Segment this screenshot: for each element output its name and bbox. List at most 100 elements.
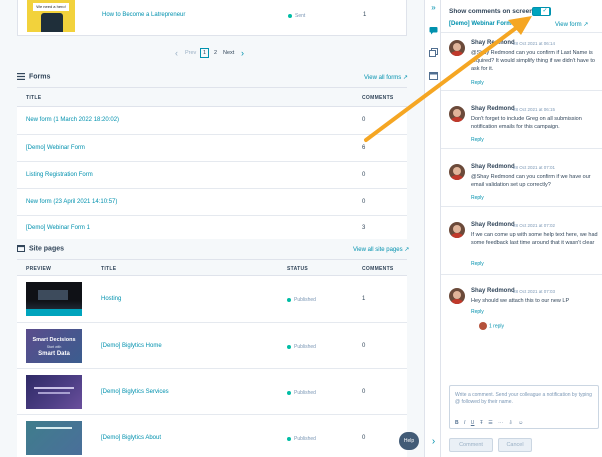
avatar[interactable]: [449, 222, 465, 238]
reply-button[interactable]: Reply: [471, 80, 484, 86]
avatar[interactable]: [449, 288, 465, 304]
comment-date: 28 Oct 2021 at 07:03: [513, 289, 556, 294]
comment-author[interactable]: Shay Redmond: [471, 164, 515, 170]
comment-date: 28 Oct 2021 at 07:01: [513, 165, 556, 170]
emoji-icon[interactable]: ☺: [518, 420, 523, 426]
avatar[interactable]: [449, 106, 465, 122]
page-title-link[interactable]: [Demo] Biglytics About: [101, 435, 161, 441]
more-icon[interactable]: ⋯: [498, 420, 503, 426]
table-row[interactable]: [Demo] Biglytics Services Published 0: [17, 368, 407, 414]
page-thumbnail[interactable]: Smart Decisions Start with Smart Data: [26, 329, 82, 363]
page-title-link[interactable]: [Demo] Biglytics Home: [101, 343, 162, 349]
divider: [441, 206, 602, 207]
forms-section-title: Forms: [17, 73, 50, 80]
comment-author[interactable]: Shay Redmond: [471, 288, 515, 294]
email-title-link[interactable]: How to Become a Latrepreneur: [102, 12, 185, 18]
reply-button[interactable]: Reply: [471, 137, 484, 143]
reply-button[interactable]: Reply: [471, 261, 484, 267]
page-comment-count: 1: [362, 296, 366, 302]
thumbnail-graphic: [38, 290, 68, 300]
view-form-text: View form: [555, 22, 582, 28]
page-status: Published: [287, 390, 316, 396]
email-status-text: Sent: [295, 13, 306, 19]
table-row[interactable]: New form (23 April 2021 14:10:57) 0: [17, 188, 407, 215]
comment-item: Shay Redmond 28 Oct 2021 at 07:01 @Shay …: [449, 164, 599, 204]
form-title-link[interactable]: Listing Registration Form: [26, 172, 93, 178]
composer-placeholder[interactable]: Write a comment. Send your colleague a n…: [455, 392, 593, 406]
page-title-link[interactable]: Hosting: [101, 296, 121, 302]
table-row[interactable]: Smart Decisions Start with Smart Data [D…: [17, 322, 407, 368]
page-thumbnail[interactable]: [26, 375, 82, 409]
table-row[interactable]: [Demo] Biglytics About Published 0: [17, 414, 407, 457]
prev-page-button[interactable]: Prev: [185, 50, 196, 56]
strikethrough-icon[interactable]: Ŧ: [480, 420, 483, 426]
form-title-link[interactable]: New form (1 March 2022 18:20:02): [26, 117, 119, 123]
col-status-header[interactable]: STATUS: [287, 266, 308, 272]
page-1-button[interactable]: 1: [200, 48, 209, 58]
replies-toggle[interactable]: 1 reply: [479, 322, 504, 330]
comment-button[interactable]: Comment: [449, 438, 493, 452]
comment-filter-dropdown[interactable]: [Demo] Webinar Form ▼: [449, 21, 517, 27]
comment-author[interactable]: Shay Redmond: [471, 40, 515, 46]
table-row[interactable]: [Demo] Webinar Form 1 3: [17, 215, 407, 239]
chevron-left-icon[interactable]: ‹: [175, 48, 178, 58]
site-pages-heading-text: Site pages: [29, 245, 65, 253]
reply-button[interactable]: Reply: [471, 309, 484, 315]
avatar[interactable]: [449, 164, 465, 180]
col-comments-header[interactable]: COMMENTS: [362, 266, 394, 272]
underline-icon[interactable]: U: [471, 420, 475, 426]
page-thumbnail[interactable]: [26, 282, 82, 316]
next-page-button[interactable]: Next: [223, 50, 234, 56]
help-button[interactable]: Help: [399, 432, 419, 450]
show-comments-toggle[interactable]: ✓: [532, 7, 551, 16]
form-title-link[interactable]: New form (23 April 2021 14:10:57): [26, 199, 117, 205]
view-form-link[interactable]: View form ↗: [555, 21, 588, 28]
col-preview-header[interactable]: PREVIEW: [26, 266, 51, 272]
comment-composer[interactable]: Write a comment. Send your colleague a n…: [449, 385, 599, 429]
calendar-icon[interactable]: [429, 71, 438, 80]
table-row[interactable]: New form (1 March 2022 18:20:02) 0: [17, 107, 407, 134]
chevron-right-icon[interactable]: ›: [241, 48, 244, 58]
comment-author[interactable]: Shay Redmond: [471, 222, 515, 228]
bold-icon[interactable]: B: [455, 420, 459, 426]
comment-icon[interactable]: [429, 26, 438, 35]
attachment-icon[interactable]: ⇩: [509, 420, 513, 426]
cancel-button[interactable]: Cancel: [498, 438, 532, 452]
form-title-link[interactable]: [Demo] Webinar Form 1: [26, 225, 90, 231]
col-title-header[interactable]: TITLE: [26, 95, 41, 101]
thumbnail-line: [38, 392, 70, 394]
divider: [441, 148, 602, 149]
view-all-site-pages-link[interactable]: View all site pages ↗: [353, 246, 409, 253]
avatar[interactable]: [449, 40, 465, 56]
page-thumbnail[interactable]: [26, 421, 82, 455]
page-title-link[interactable]: [Demo] Biglytics Services: [101, 389, 169, 395]
double-chevron-right-icon[interactable]: »: [429, 3, 438, 12]
comment-text: @Shay Redmond can you confirm if we have…: [471, 174, 591, 188]
reply-button[interactable]: Reply: [471, 195, 484, 201]
status-dot-icon: [287, 436, 291, 441]
email-thumbnail[interactable]: We need a hero!: [27, 0, 75, 32]
col-title-header[interactable]: TITLE: [101, 266, 116, 272]
comment-author[interactable]: Shay Redmond: [471, 106, 515, 112]
status-dot-icon: [287, 344, 291, 349]
view-all-forms-link[interactable]: View all forms ↗: [364, 74, 408, 81]
col-comments-header[interactable]: COMMENTS: [362, 95, 394, 101]
page-comment-count: 0: [362, 435, 366, 441]
table-row[interactable]: [Demo] Webinar Form 6: [17, 134, 407, 161]
comment-text: If we can come up with some help text he…: [471, 232, 598, 246]
copy-icon[interactable]: [429, 48, 438, 57]
table-row[interactable]: Listing Registration Form 0: [17, 161, 407, 188]
italic-icon[interactable]: I: [464, 420, 465, 426]
chevron-right-icon[interactable]: ›: [429, 437, 438, 447]
page-2-button[interactable]: 2: [214, 50, 217, 56]
form-title-link[interactable]: [Demo] Webinar Form: [26, 145, 85, 151]
page-icon: [17, 245, 25, 252]
table-row[interactable]: Hosting Published 1: [17, 276, 407, 322]
thumbnail-caption: We need a hero!: [33, 3, 69, 11]
page-status-text: Published: [294, 390, 316, 396]
list-icon[interactable]: ☰: [488, 420, 492, 426]
forms-heading-text: Forms: [29, 73, 51, 81]
divider: [441, 274, 602, 275]
divider: [441, 32, 602, 33]
site-pages-table: PREVIEW TITLE STATUS COMMENTS Hosting Pu…: [17, 259, 407, 457]
